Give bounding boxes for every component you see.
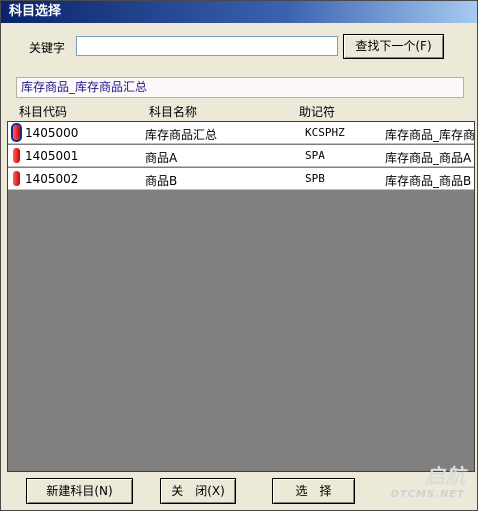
account-select-window: 科目选择 关键字 查找下一个(F) 库存商品_库存商品汇总 科目代码 科目名称 … [0, 0, 478, 511]
cell-code: 1405002 [25, 172, 79, 186]
cell-code: 1405001 [25, 149, 79, 163]
cell-full-name: 库存商品_商品A [385, 151, 472, 165]
watermark-logo: 启航 DTCMS.NET [391, 460, 465, 500]
new-account-button[interactable]: 新建科目(N) [26, 478, 133, 504]
selected-row-marker-icon [13, 125, 20, 140]
header-mnemonic: 助记符 [299, 105, 336, 119]
cell-mnemonic: SPB [305, 172, 325, 185]
row-marker-icon [13, 148, 20, 163]
select-button[interactable]: 选 择 [272, 478, 355, 504]
keyword-input[interactable] [76, 36, 338, 56]
find-next-button[interactable]: 查找下一个(F) [343, 34, 444, 59]
cell-name: 库存商品汇总 [145, 128, 218, 142]
cell-mnemonic: SPA [305, 149, 325, 162]
keyword-label: 关键字 [29, 41, 66, 55]
account-grid[interactable]: 1405000 库存商品汇总 KCSPHZ 库存商品_库存商 1405001 商… [7, 121, 475, 472]
table-row[interactable]: 1405000 库存商品汇总 KCSPHZ 库存商品_库存商 [8, 122, 474, 144]
row-marker-icon [13, 171, 20, 186]
cell-full-name: 库存商品_商品B [385, 174, 472, 188]
selected-path: 库存商品_库存商品汇总 [16, 77, 464, 98]
window-title: 科目选择 [1, 1, 477, 23]
table-row[interactable]: 1405001 商品A SPA 库存商品_商品A [8, 145, 474, 167]
close-button[interactable]: 关 闭(X) [160, 478, 236, 504]
cell-name: 商品B [145, 174, 178, 188]
cell-full-name: 库存商品_库存商 [385, 128, 474, 142]
cell-code: 1405000 [25, 126, 79, 140]
cell-name: 商品A [145, 151, 178, 165]
header-name: 科目名称 [149, 105, 198, 119]
table-row[interactable]: 1405002 商品B SPB 库存商品_商品B [8, 168, 474, 190]
cell-mnemonic: KCSPHZ [305, 126, 345, 139]
column-headers: 科目代码 科目名称 助记符 [1, 103, 479, 121]
header-code: 科目代码 [19, 105, 68, 119]
watermark-brand: 启航 [425, 464, 465, 488]
watermark-site: DTCMS.NET [390, 489, 465, 500]
